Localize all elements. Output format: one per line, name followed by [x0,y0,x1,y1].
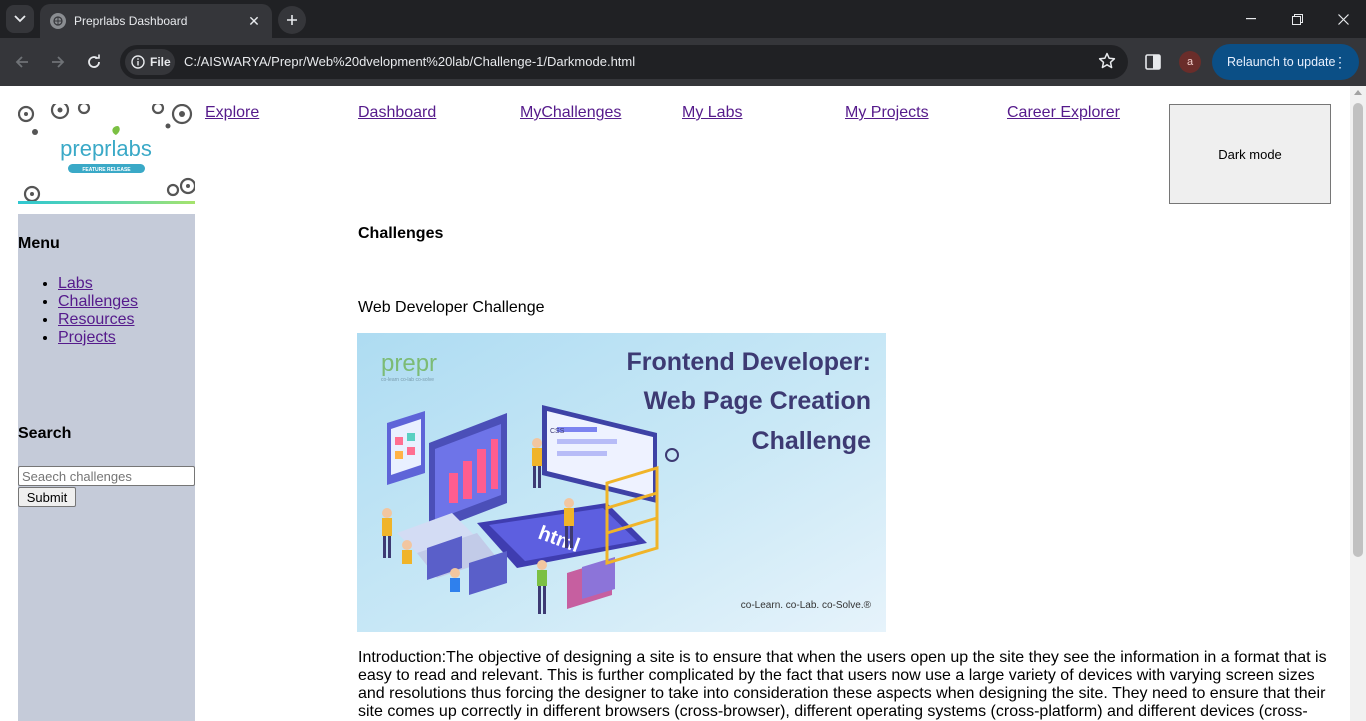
banner-title-line-1: Frontend Developer: [627,348,871,376]
plus-icon [287,15,297,25]
tab-search-button[interactable] [6,5,34,33]
menu-list: Labs Challenges Resources Projects [58,275,138,347]
menu-link-projects[interactable]: Projects [58,329,116,346]
tab-title: Preprlabs Dashboard [74,14,188,28]
site-chip-label: File [150,55,171,69]
relaunch-update-button[interactable]: Relaunch to update ⋮ [1212,44,1359,80]
new-tab-button[interactable] [278,6,306,34]
menu-item: Projects [58,329,138,347]
preprlabs-logo: preprlabs FEATURE RELEASE [17,100,197,204]
submit-button[interactable]: Submit [18,487,76,507]
challenge-title: Web Developer Challenge [358,299,545,316]
menu-link-resources[interactable]: Resources [58,311,134,328]
page-viewport: preprlabs FEATURE RELEASE Explore Dashbo… [0,86,1350,721]
nav-mychallenges-link[interactable]: MyChallenges [520,104,621,122]
reload-button[interactable] [79,47,109,77]
menu-item: Challenges [58,293,138,311]
browser-toolbar: File C:/AISWARYA/Prepr/Web%20dvelopment%… [0,38,1366,86]
more-vertical-icon[interactable]: ⋮ [1333,53,1347,71]
bookmark-star-icon[interactable] [1098,52,1116,75]
chevron-down-icon [14,15,26,23]
banner-title-line-2: Web Page Creation [644,387,871,415]
close-icon [1337,13,1349,25]
dark-mode-button[interactable]: Dark mode [1169,104,1331,204]
menu-heading: Menu [18,235,60,252]
scrollbar-thumb[interactable] [1353,103,1363,557]
close-tab-icon[interactable]: ✕ [246,13,262,30]
address-bar[interactable]: File C:/AISWARYA/Prepr/Web%20dvelopment%… [120,45,1128,79]
nav-myprojects-link[interactable]: My Projects [845,104,929,122]
arrow-left-icon [15,56,28,68]
minimize-icon [1246,18,1256,20]
globe-icon [50,13,66,29]
reload-icon [88,54,100,68]
banner-title-line-3: Challenge [752,427,872,455]
active-tab[interactable]: Preprlabs Dashboard ✕ [40,4,272,38]
restore-button[interactable] [1274,0,1320,38]
search-input[interactable] [18,466,195,486]
relaunch-label: Relaunch to update [1227,55,1336,69]
minimize-button[interactable] [1228,0,1274,38]
tab-strip: Preprlabs Dashboard ✕ [0,0,1366,38]
banner-css-tag: CSS [550,428,565,435]
nav-explore-link[interactable]: Explore [205,104,259,122]
arrow-right-icon [52,56,65,68]
banner-brand-sub-text: co-learn co-lab co-solve [381,377,434,383]
banner-brand-text: prepr [381,350,437,377]
menu-link-challenges[interactable]: Challenges [58,293,138,310]
site-info-chip[interactable]: File [125,49,175,75]
banner-tagline: co-Learn. co-Lab. co-Solve.® [741,600,872,611]
challenges-heading: Challenges [358,225,444,242]
nav-career-explorer-link[interactable]: Career Explorer [1007,104,1120,122]
logo-brand-text: preprlabs [60,136,152,161]
back-button[interactable] [7,47,37,77]
search-heading: Search [18,425,72,442]
nav-mylabs-link[interactable]: My Labs [682,104,742,122]
sidebar: Menu Labs Challenges Resources Projects … [18,214,195,721]
forward-button[interactable] [43,47,73,77]
close-window-button[interactable] [1320,0,1366,38]
side-panel-icon[interactable] [1142,51,1164,78]
menu-item: Labs [58,275,138,293]
introduction-paragraph: Introduction:The objective of designing … [358,649,1327,720]
info-icon [131,55,145,69]
scroll-up-arrow-icon[interactable] [1354,90,1362,95]
restore-icon [1291,13,1303,25]
nav-dashboard-link[interactable]: Dashboard [358,104,436,122]
menu-link-labs[interactable]: Labs [58,275,93,292]
page-scrollbar[interactable] [1350,86,1366,721]
menu-item: Resources [58,311,138,329]
url-text[interactable]: C:/AISWARYA/Prepr/Web%20dvelopment%20lab… [184,54,635,69]
profile-avatar[interactable]: a [1179,51,1201,73]
challenge-banner-image: prepr co-learn co-lab co-solve Frontend … [357,333,886,632]
logo-tagline-text: FEATURE RELEASE [82,167,131,173]
